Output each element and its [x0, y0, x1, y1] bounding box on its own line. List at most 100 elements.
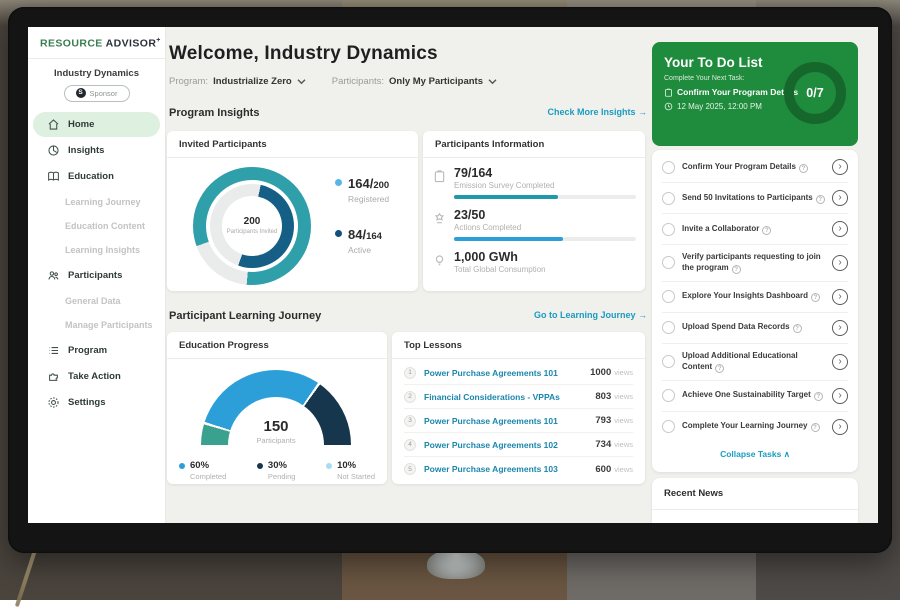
task-checkbox[interactable]: [662, 355, 675, 368]
section-title: Program Insights: [169, 107, 259, 119]
info-icon[interactable]: ?: [799, 164, 808, 173]
task-open-button[interactable]: ›: [832, 159, 848, 175]
donut-center: 200 Participants Invited: [222, 196, 282, 256]
task-checkbox[interactable]: [662, 223, 675, 236]
info-icon[interactable]: ?: [811, 423, 820, 432]
todo-task-send-50-invitations-to-participants: Send 50 Invitations to Participants?›: [662, 183, 848, 214]
task-checkbox[interactable]: [662, 290, 675, 303]
go-to-learning-journey-link[interactable]: Go to Learning Journey →: [534, 310, 647, 322]
info-icon[interactable]: ?: [715, 364, 724, 373]
lesson-views: 600: [595, 464, 611, 475]
insights-icon: [47, 144, 60, 157]
org-name: Industry Dynamics: [28, 68, 165, 79]
sidebar-item-manage-participants[interactable]: Manage Participants: [28, 313, 165, 337]
task-label: Upload Additional Educational Content?: [682, 351, 825, 373]
todo-task-explore-your-insights-dashboard: Explore Your Insights Dashboard?›: [662, 282, 848, 313]
stat-row: 23/50Actions Completed: [433, 208, 631, 241]
legend-value: 30%: [268, 460, 296, 471]
task-checkbox[interactable]: [662, 389, 675, 402]
lesson-views-label: views: [614, 440, 633, 449]
participants-select[interactable]: Participants: Only My Participants: [332, 76, 497, 87]
lesson-link[interactable]: Power Purchase Agreements 103: [424, 464, 595, 474]
lesson-row: 4Power Purchase Agreements 102734views: [404, 433, 633, 457]
sidebar-item-insights[interactable]: Insights: [33, 138, 160, 163]
legend-label: Not Started: [337, 472, 375, 481]
sidebar-item-settings[interactable]: Settings: [33, 390, 160, 415]
invited-donut-chart: 200 Participants Invited: [193, 167, 311, 285]
info-icon[interactable]: ?: [811, 293, 820, 302]
clock-icon: [664, 102, 673, 111]
legend-dot-icon: [179, 463, 185, 469]
info-icon[interactable]: ?: [793, 324, 802, 333]
info-icon[interactable]: ?: [732, 265, 741, 274]
stat-label: Total Global Consumption: [454, 265, 546, 274]
task-label: Achieve One Sustainability Target?: [682, 390, 825, 401]
lesson-link[interactable]: Financial Considerations - VPPAs: [424, 392, 595, 402]
stat-value: 1,000 GWh: [454, 250, 546, 264]
todo-tasks: Confirm Your Program Details?›Send 50 In…: [662, 152, 848, 442]
task-open-button[interactable]: ›: [832, 419, 848, 435]
lesson-rank: 4: [404, 439, 416, 451]
task-open-button[interactable]: ›: [832, 190, 848, 206]
sidebar-item-learning-journey[interactable]: Learning Journey: [28, 190, 165, 214]
lesson-link[interactable]: Power Purchase Agreements 101: [424, 368, 590, 378]
lesson-link[interactable]: Power Purchase Agreements 101: [424, 416, 595, 426]
program-select[interactable]: Program: Industrialize Zero: [169, 76, 306, 87]
sidebar-item-general-data[interactable]: General Data: [28, 289, 165, 313]
stat-text: 79/164Emission Survey Completed: [454, 166, 636, 199]
donut-center-label: Participants Invited: [227, 229, 278, 237]
program-insights-header: Program Insights Check More Insights →: [169, 107, 647, 119]
task-checkbox[interactable]: [662, 161, 675, 174]
sponsor-icon: S: [76, 88, 86, 98]
chevron-down-icon: [297, 78, 306, 85]
task-checkbox[interactable]: [662, 256, 675, 269]
gauge-center: 150 Participants: [201, 418, 351, 445]
task-open-button[interactable]: ›: [832, 320, 848, 336]
info-icon[interactable]: ?: [762, 226, 771, 235]
sidebar-item-label: Manage Participants: [65, 320, 153, 330]
sidebar-item-learning-insights[interactable]: Learning Insights: [28, 238, 165, 262]
task-open-button[interactable]: ›: [832, 354, 848, 370]
todo-task-verify-participants-requesting-to-join-the-program: Verify participants requesting to join t…: [662, 245, 848, 282]
legend-dot-icon: [326, 463, 332, 469]
task-open-button[interactable]: ›: [832, 289, 848, 305]
lesson-views: 1000: [590, 367, 611, 378]
task-checkbox[interactable]: [662, 192, 675, 205]
info-icon[interactable]: ?: [814, 392, 823, 401]
sidebar-item-education[interactable]: Education: [33, 164, 160, 189]
lesson-views: 793: [595, 415, 611, 426]
top-lessons-card: Top Lessons 1Power Purchase Agreements 1…: [392, 332, 645, 484]
lesson-link[interactable]: Power Purchase Agreements 102: [424, 440, 595, 450]
task-label: Upload Spend Data Records?: [682, 322, 825, 333]
bulb-icon: [433, 254, 446, 267]
legend-value: 10%: [337, 460, 375, 471]
legend-value-main: 84/: [348, 227, 366, 242]
sidebar-item-label: General Data: [65, 296, 121, 306]
sidebar-item-education-content[interactable]: Education Content: [28, 214, 165, 238]
lesson-views: 803: [595, 391, 611, 402]
sidebar-item-label: Insights: [68, 145, 104, 156]
legend-dot-icon: [335, 179, 342, 186]
todo-task-complete-your-learning-journey: Complete Your Learning Journey?›: [662, 412, 848, 442]
sidebar-item-take-action[interactable]: Take Action: [33, 364, 160, 389]
gauge-center-label: Participants: [201, 436, 351, 445]
top-lessons-list: 1Power Purchase Agreements 1011000views2…: [392, 359, 645, 481]
check-more-insights-link[interactable]: Check More Insights →: [547, 107, 647, 119]
sidebar-item-program[interactable]: Program: [33, 338, 160, 363]
todo-progress-value: 0/7: [806, 86, 823, 100]
task-checkbox[interactable]: [662, 420, 675, 433]
desk-reflection: [15, 549, 37, 607]
task-checkbox[interactable]: [662, 321, 675, 334]
home-icon: [47, 118, 60, 131]
task-open-button[interactable]: ›: [832, 255, 848, 271]
info-icon[interactable]: ?: [816, 195, 825, 204]
sidebar-item-participants[interactable]: Participants: [33, 263, 160, 288]
task-open-button[interactable]: ›: [832, 388, 848, 404]
participants-stats: 79/164Emission Survey Completed 23/50Acti…: [423, 158, 645, 274]
sidebar-item-home[interactable]: Home: [33, 112, 160, 137]
task-open-button[interactable]: ›: [832, 221, 848, 237]
monitor-bezel: RESOURCE ADVISOR+ Industry Dynamics S Sp…: [8, 7, 892, 553]
program-value: Industrialize Zero: [213, 76, 292, 87]
todo-progress-ring: 0/7: [784, 62, 846, 124]
collapse-tasks-link[interactable]: Collapse Tasks ∧: [662, 442, 848, 464]
